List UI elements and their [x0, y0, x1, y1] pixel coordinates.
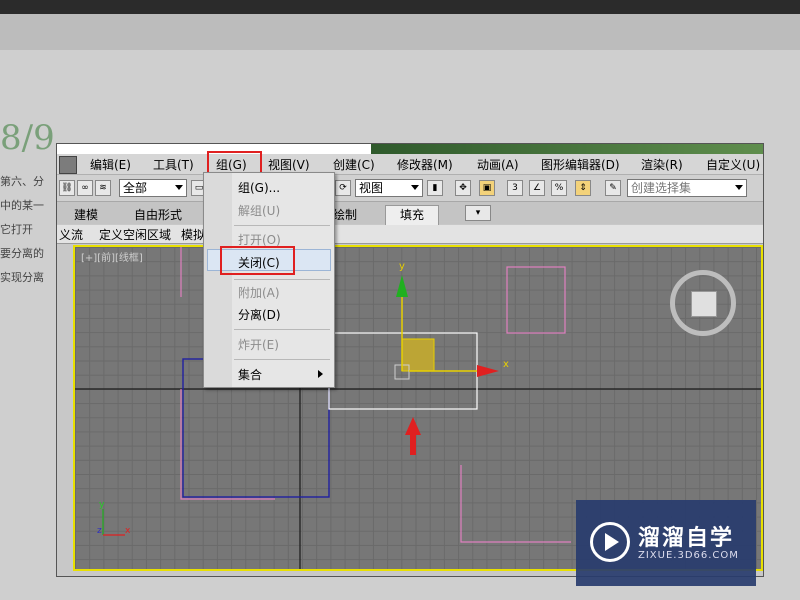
gizmo-y-arrow[interactable] — [396, 275, 408, 297]
unlink-icon[interactable]: ∞ — [77, 180, 93, 196]
select-rotate-icon[interactable]: ⟳ — [335, 180, 351, 196]
gizmo-x-arrow[interactable] — [477, 365, 499, 377]
menu-item-attach[interactable]: 附加(A) — [238, 284, 280, 301]
named-selection-placeholder: 创建选择集 — [631, 181, 692, 195]
menu-separator — [234, 225, 330, 226]
tripod-y-label: y — [99, 500, 105, 510]
main-toolbar: ⛓ ∞ ≋ 全部 ▭ ⟳ 视图 ▮ ✥ ▣ 3 ∠ % ⇕ ✎ 创建选择集 — [57, 175, 763, 202]
menu-create[interactable]: 创建(C) — [333, 156, 375, 173]
pink-shape-bottom-left[interactable] — [180, 389, 275, 500]
group-dropdown-menu: 组(G)... 解组(U) 打开(O) 关闭(C) 附加(A) 分离(D) 炸开… — [203, 172, 335, 388]
article-line: 要分离的 — [0, 247, 44, 260]
define-idle-areas-button[interactable]: 定义空闲区域 — [99, 226, 171, 243]
ribbon-tab-freeform[interactable]: 自由形式 — [134, 206, 182, 223]
edit-named-selection-icon[interactable]: ✎ — [605, 180, 621, 196]
watermark-logo: 溜溜自学 ZIXUE.3D66.COM — [576, 500, 756, 586]
article-line: 实现分离 — [0, 271, 44, 284]
submenu-arrow-icon — [318, 370, 323, 378]
ribbon-options-icon[interactable]: ▾ — [465, 205, 491, 221]
step-counter: 8/9 — [0, 118, 55, 158]
chevron-down-icon — [175, 185, 183, 190]
populate-subbar: 义流 定义空闲区域 模拟 — [57, 225, 763, 244]
define-flows-button[interactable]: 义流 — [59, 226, 83, 243]
gizmo-y-label: y — [399, 261, 405, 272]
named-selection-set-input[interactable]: 创建选择集 — [627, 179, 747, 197]
menu-item-ungroup[interactable]: 解组(U) — [238, 202, 280, 219]
menu-separator — [234, 359, 330, 360]
play-triangle-icon — [605, 533, 619, 551]
menu-graph-editors[interactable]: 图形编辑器(D) — [541, 156, 620, 173]
menu-tools[interactable]: 工具(T) — [153, 156, 194, 173]
menu-separator — [234, 279, 330, 280]
menu-modifiers[interactable]: 修改器(M) — [397, 156, 453, 173]
viewcube-navigation[interactable] — [670, 270, 736, 336]
background-top-bar — [0, 0, 800, 14]
pivot-point-icon[interactable]: ▮ — [427, 180, 443, 196]
watermark-url: ZIXUE.3D66.COM — [638, 550, 739, 561]
menu-rendering[interactable]: 渲染(R) — [641, 156, 683, 173]
article-line: 第六、分 — [0, 175, 44, 188]
snaps-toggle-icon[interactable]: 3 — [507, 180, 523, 196]
link-icon[interactable]: ⛓ — [59, 180, 75, 196]
pink-shape-bottom-right[interactable] — [460, 465, 571, 543]
angle-snap-icon[interactable]: ∠ — [529, 180, 545, 196]
chevron-down-icon — [411, 185, 419, 190]
menu-edit[interactable]: 编辑(E) — [90, 156, 131, 173]
reference-coordinate-dropdown[interactable]: 视图 — [355, 179, 423, 197]
app-logo-icon[interactable] — [59, 156, 77, 174]
menu-item-group[interactable]: 组(G)... — [238, 179, 280, 196]
selection-filter-value: 全部 — [123, 181, 148, 195]
selection-filter-dropdown[interactable]: 全部 — [119, 179, 187, 197]
reference-coordinate-value: 视图 — [359, 181, 384, 195]
menu-item-detach[interactable]: 分离(D) — [238, 306, 281, 323]
ribbon-tabs: 建模 自由形式 绘制 填充 ▾ — [57, 202, 763, 225]
menu-icon-gutter — [204, 173, 232, 387]
play-logo-icon — [590, 522, 630, 562]
menu-item-assembly[interactable]: 集合 — [238, 366, 262, 383]
spinner-snap-icon[interactable]: ⇕ — [575, 180, 591, 196]
menu-bar: 编辑(E) 工具(T) 组(G) 视图(V) 创建(C) 修改器(M) 动画(A… — [57, 154, 763, 175]
background-band — [0, 14, 800, 50]
menu-customize[interactable]: 自定义(U) — [706, 156, 760, 173]
chevron-down-icon — [735, 185, 743, 190]
menu-item-explode[interactable]: 炸开(E) — [238, 336, 279, 353]
ribbon-tab-paint[interactable]: 绘制 — [333, 206, 357, 223]
ribbon-tab-modeling[interactable]: 建模 — [74, 206, 98, 223]
article-text: 第六、分 中的某一 它打开 要分离的 实现分离 — [0, 170, 60, 290]
watermark-name: 溜溜自学 — [638, 526, 735, 551]
simulate-button[interactable]: 模拟 — [181, 226, 205, 243]
ribbon-tab-populate[interactable]: 填充 — [385, 205, 440, 225]
menu-separator — [234, 329, 330, 330]
menu-views[interactable]: 视图(V) — [268, 156, 310, 173]
close-item-highlight-box — [220, 246, 295, 275]
red-arrow-annotation — [405, 417, 421, 455]
gizmo-x-label: x — [503, 359, 509, 370]
keyboard-shortcut-override-icon[interactable]: ▣ — [479, 180, 495, 196]
article-line: 它打开 — [0, 223, 33, 236]
article-line: 中的某一 — [0, 199, 44, 212]
percent-snap-icon[interactable]: % — [551, 180, 567, 196]
select-and-manipulate-icon[interactable]: ✥ — [455, 180, 471, 196]
viewcube-face[interactable] — [691, 291, 717, 317]
gizmo-plane-handle[interactable] — [401, 338, 435, 372]
bind-space-warp-icon[interactable]: ≋ — [95, 180, 111, 196]
pink-rectangle-top-right[interactable] — [506, 266, 566, 334]
menu-animation[interactable]: 动画(A) — [477, 156, 519, 173]
tripod-x-label: x — [125, 526, 131, 536]
tripod-z-label: z — [97, 526, 102, 536]
desktop-background-strip — [371, 144, 763, 154]
